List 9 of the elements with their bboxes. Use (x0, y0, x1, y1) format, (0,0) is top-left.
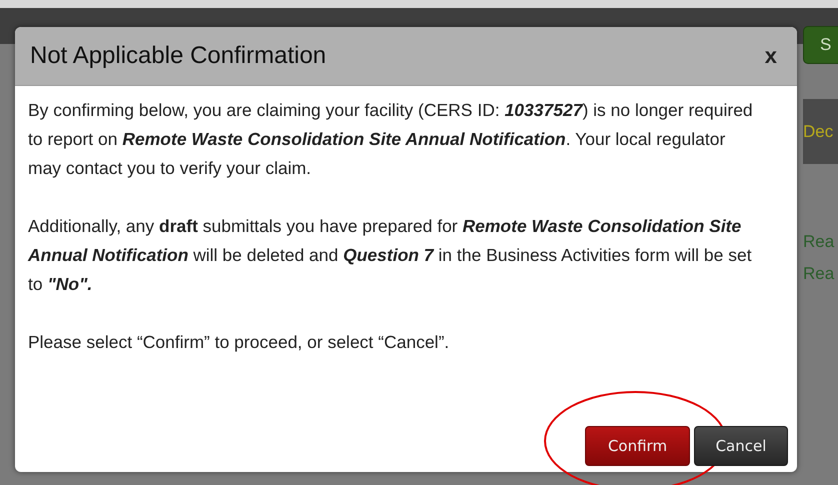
save-button[interactable]: S (803, 26, 838, 64)
message-paragraph: Additionally, any draft submittals you have prepared for Remote Waste Consolidation Site Annual Notification will be deleted and Question 7 in the Business Activities form will be set to "No". (28, 215, 753, 296)
message-paragraph: Please select “Confirm” to proceed, or select “Cancel”. (28, 331, 450, 354)
column-heading: Dec (803, 122, 834, 142)
close-button[interactable]: x (764, 43, 777, 69)
dialog-title: Not Applicable Confirmation (30, 42, 326, 70)
cancel-button[interactable]: Cancel (694, 426, 788, 466)
confirm-button[interactable]: Confirm (585, 426, 690, 466)
message-paragraph: By confirming below, you are claiming your facility (CERS ID: 10337527) is no longer required to report on Remote Waste Consolidation Site Annual Notification. Your local regulator may contact you to verify your claim. (28, 99, 754, 180)
